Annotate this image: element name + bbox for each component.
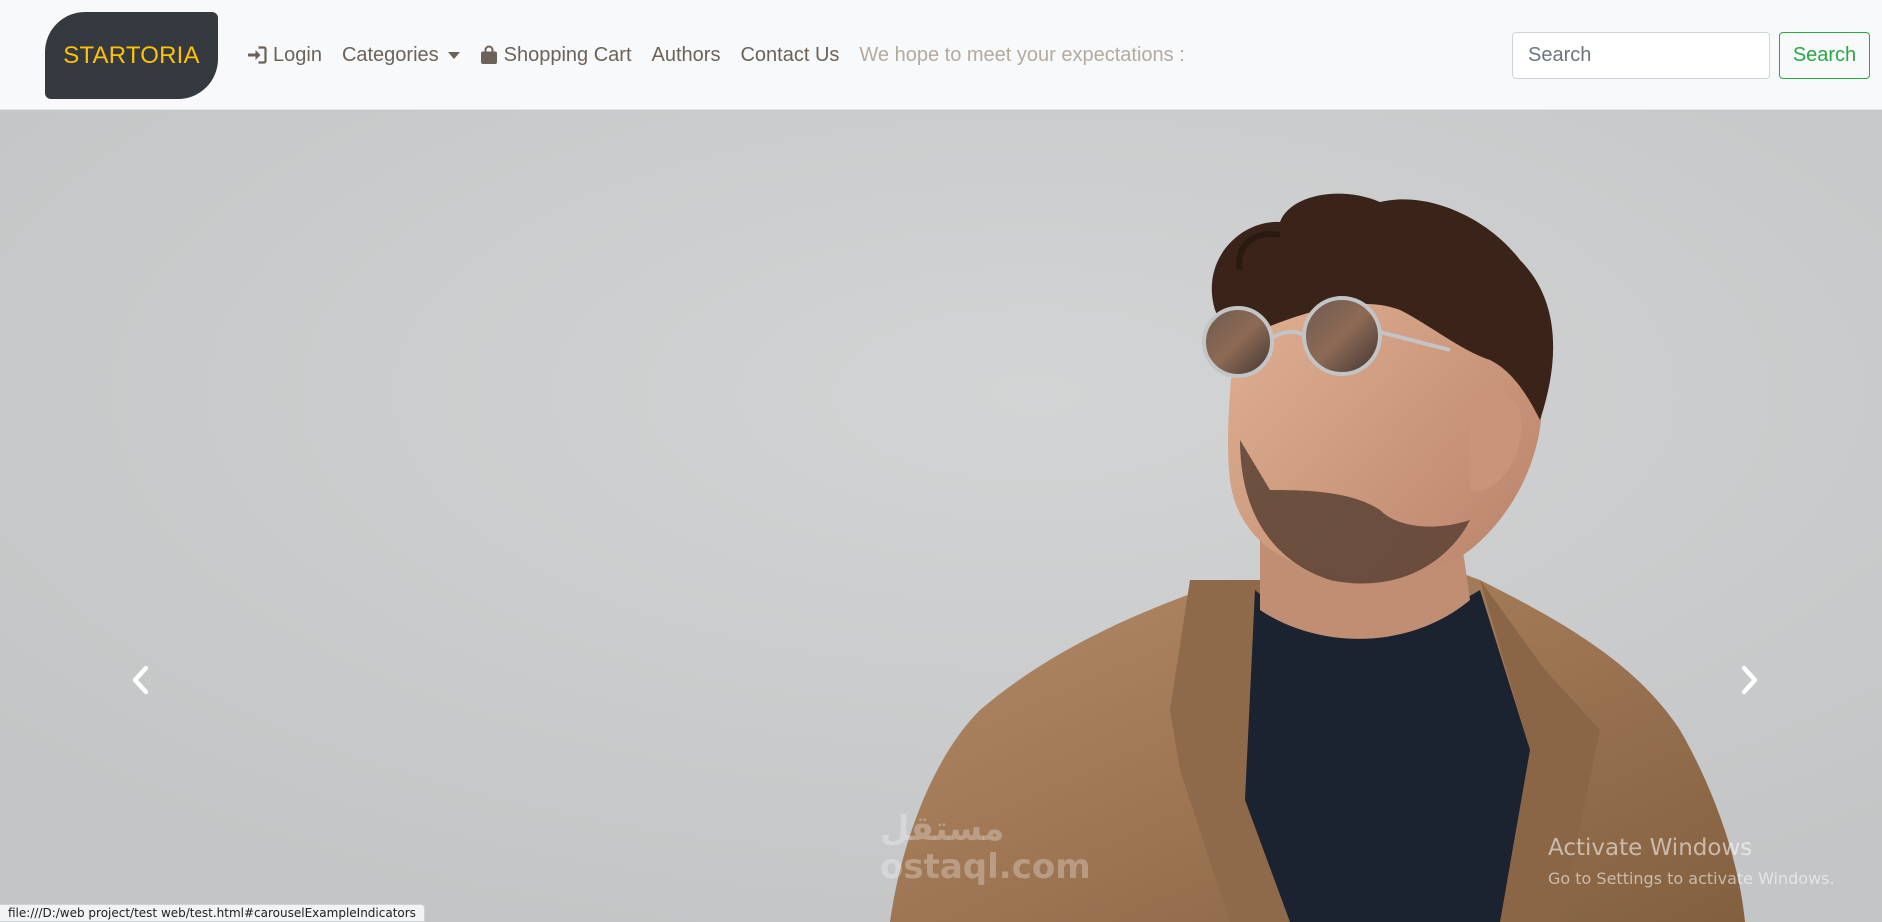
search-input[interactable] — [1512, 32, 1770, 79]
nav-categories-label: Categories — [341, 43, 439, 66]
chevron-right-icon — [1741, 665, 1758, 695]
sign-in-icon — [247, 46, 267, 64]
chevron-down-icon — [447, 51, 460, 59]
nav-shopping-cart-label: Shopping Cart — [503, 43, 632, 66]
navbar: STARTORIA Login Categories Shopping Cart… — [0, 0, 1882, 110]
hero-carousel — [0, 110, 1882, 922]
brand-logo[interactable]: STARTORIA — [45, 12, 218, 99]
activate-windows-subtitle: Go to Settings to activate Windows. — [1548, 869, 1835, 888]
activate-windows-watermark: Activate Windows Go to Settings to activ… — [1548, 835, 1835, 888]
nav-login-label: Login — [273, 43, 322, 66]
carousel-next-button[interactable] — [1719, 650, 1779, 710]
nav-login[interactable]: Login — [247, 44, 322, 67]
nav-contact-us[interactable]: Contact Us — [740, 44, 839, 67]
activate-windows-title: Activate Windows — [1548, 835, 1753, 861]
nav-menu: Login Categories Shopping Cart Authors C… — [247, 0, 1185, 110]
nav-tagline: We hope to meet your expectations : — [859, 43, 1185, 66]
browser-status-url: file:///D:/web project/test web/test.htm… — [0, 904, 425, 922]
shopping-bag-icon — [480, 45, 498, 65]
nav-authors-label: Authors — [651, 43, 721, 66]
search-button[interactable]: Search — [1779, 32, 1870, 79]
nav-authors[interactable]: Authors — [652, 44, 721, 67]
hero-slide-image — [0, 110, 1882, 922]
nav-shopping-cart[interactable]: Shopping Cart — [480, 44, 632, 67]
carousel-prev-button[interactable] — [111, 650, 171, 710]
watermark-text: مستقل — [880, 809, 1005, 849]
chevron-left-icon — [132, 665, 149, 695]
watermark-logo: مستقل ostaql.com — [880, 810, 1091, 886]
nav-contact-us-label: Contact Us — [740, 43, 840, 66]
watermark-domain: ostaql.com — [880, 847, 1091, 887]
nav-categories-dropdown[interactable]: Categories — [342, 44, 460, 67]
